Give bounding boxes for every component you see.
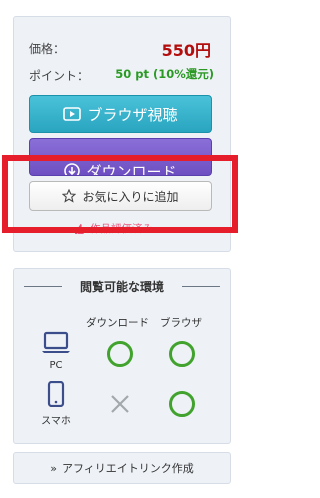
device-pc-label: PC [49, 360, 63, 371]
download-label: ダウンロード [86, 162, 177, 176]
title-divider-right [182, 286, 220, 287]
chevron-double-right-icon: » [50, 461, 57, 475]
circle-icon [169, 391, 195, 417]
purchase-panel: 価格： 550円 ポイント： 50 pt (10%還元) ブラウザ視聴 ダウンロ… [13, 16, 231, 252]
star-icon [62, 189, 77, 203]
affiliate-link-button[interactable]: » アフィリエイトリンク作成 [13, 452, 231, 484]
thumbs-up-icon [74, 223, 86, 235]
cross-icon [107, 391, 133, 417]
price-value: 550円 [161, 41, 211, 60]
environment-panel: 閲覧可能な環境 ダウンロード ブラウザ PC スマホ [13, 268, 231, 444]
points-value: 50 pt (10%還元) [115, 67, 214, 81]
points-label: ポイント： [29, 69, 90, 83]
circle-icon [169, 341, 195, 367]
download-button[interactable]: ダウンロード [29, 138, 212, 176]
price-label: 価格： [29, 42, 66, 56]
affiliate-link-label: アフィリエイトリンク作成 [61, 462, 194, 475]
review-label: 作品評価済み [90, 223, 153, 235]
device-smartphone: スマホ [36, 380, 76, 427]
device-smartphone-label: スマホ [41, 416, 71, 427]
price-row: 価格： 550円 [29, 37, 215, 60]
download-icon [64, 163, 81, 175]
review-status[interactable]: 作品評価済み [74, 221, 153, 236]
laptop-icon [36, 331, 76, 358]
add-favorite-label: お気に入りに追加 [82, 189, 179, 204]
browser-view-label: ブラウザ視聴 [87, 105, 178, 124]
smartphone-icon [36, 380, 76, 410]
column-header-download: ダウンロード [86, 317, 149, 329]
play-icon [63, 107, 82, 121]
column-header-browser: ブラウザ [160, 317, 202, 329]
circle-icon [107, 341, 133, 367]
points-row: ポイント： 50 pt (10%還元) [29, 64, 215, 84]
add-favorite-button[interactable]: お気に入りに追加 [29, 181, 212, 211]
browser-view-button[interactable]: ブラウザ視聴 [29, 95, 212, 133]
device-pc: PC [36, 331, 76, 371]
